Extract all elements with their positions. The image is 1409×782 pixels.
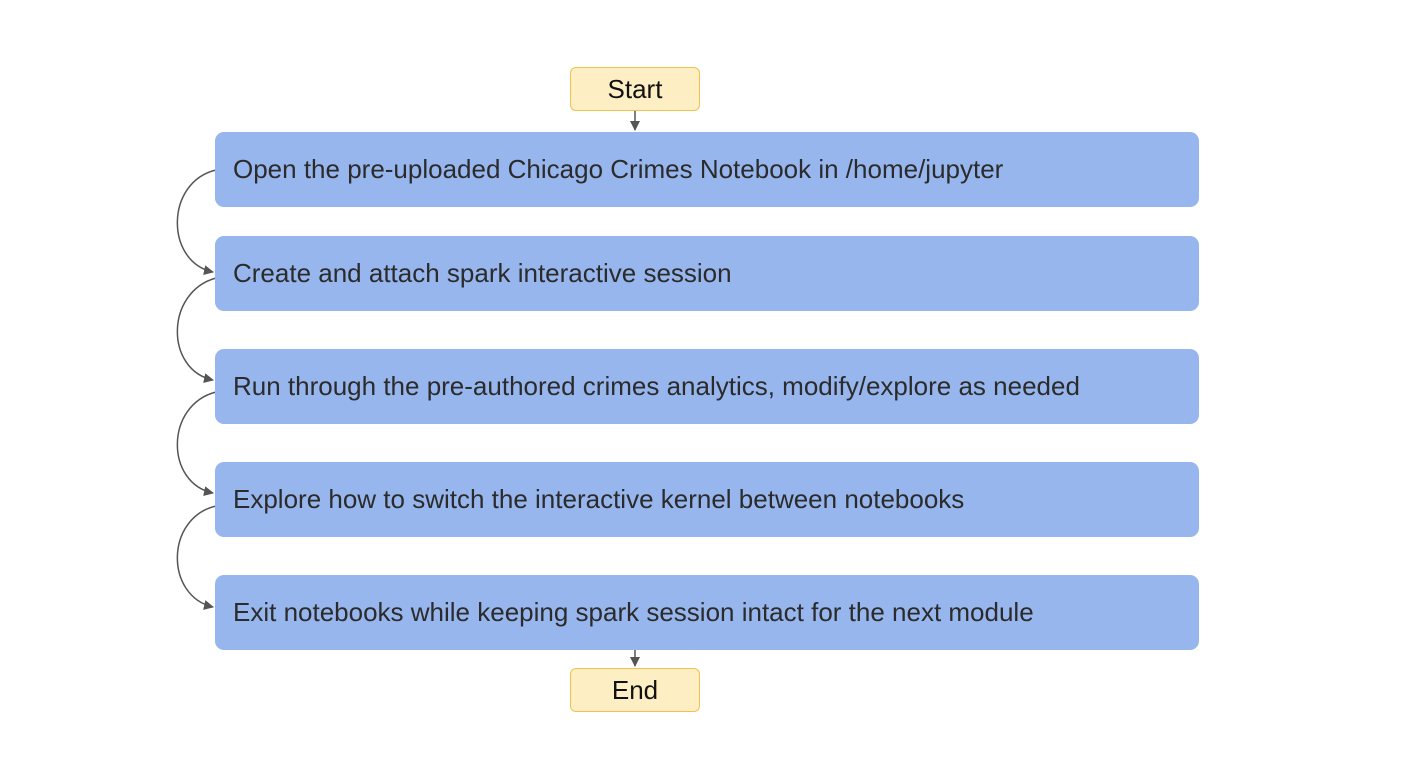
step-switch-kernel: Explore how to switch the interactive ke… [215,462,1199,537]
step-run-analytics: Run through the pre-authored crimes anal… [215,349,1199,424]
step-label: Open the pre-uploaded Chicago Crimes Not… [233,154,1004,184]
step-label: Explore how to switch the interactive ke… [233,484,965,514]
step-label: Create and attach spark interactive sess… [233,258,732,288]
step-create-session: Create and attach spark interactive sess… [215,236,1199,311]
step-label: Exit notebooks while keeping spark sessi… [233,597,1034,627]
connector-step2-step3 [176,277,217,384]
end-node: End [570,668,700,712]
step-open-notebook: Open the pre-uploaded Chicago Crimes Not… [215,132,1199,207]
connector-step3-step4 [176,391,217,497]
start-node: Start [570,67,700,111]
step-label: Run through the pre-authored crimes anal… [233,371,1080,401]
end-label: End [611,674,659,705]
connector-step1-step2 [176,169,217,276]
start-label: Start [607,73,663,104]
connector-step4-step5 [176,505,217,610]
step-exit-notebooks: Exit notebooks while keeping spark sessi… [215,575,1199,650]
